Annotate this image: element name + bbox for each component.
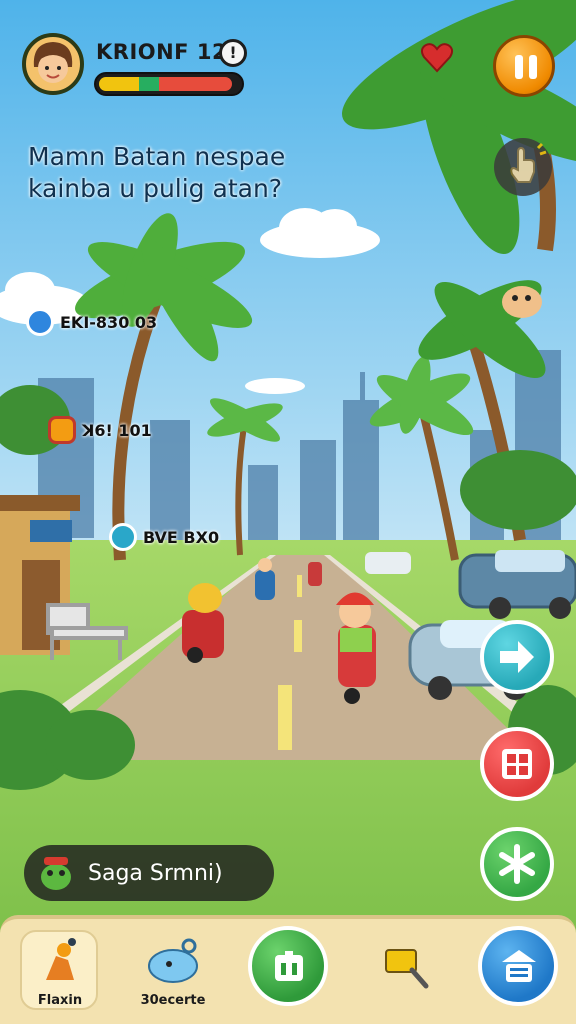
mission-chip-label: Saga Srmni) [88, 860, 223, 886]
mission-chip[interactable]: Saga Srmni) [24, 845, 274, 901]
player-avatar[interactable] [22, 33, 84, 95]
frog-icon [41, 857, 71, 890]
location-tag[interactable]: EKI-830 03 [26, 308, 157, 336]
location-tag-label: BVE BX0 [143, 527, 220, 547]
location-tag-label: ꓘ6! 101 [82, 420, 152, 440]
location-tag-label: EKI-830 03 [60, 312, 158, 332]
pause-icon [515, 55, 523, 79]
snowflake-icon [109, 523, 137, 551]
hand-icon [510, 142, 547, 183]
nav-label: 30ecerte [140, 993, 206, 1008]
shop-icon [502, 950, 536, 982]
heart-icon [420, 43, 454, 73]
avatar-face-icon [33, 42, 73, 83]
info-icon[interactable]: ! [219, 39, 247, 67]
question-line-2: kainba u pulig atan? [28, 174, 283, 203]
grid-icon [502, 749, 532, 779]
sparkle-icon [499, 844, 535, 884]
character-icon [46, 938, 76, 980]
game-screen: KRIONF 120 ! Mamn Batan nespae kainba u … [0, 0, 576, 1024]
distant-car [365, 552, 411, 574]
nav-item-creature[interactable]: 30ecerte [133, 930, 213, 1012]
tap-hint-button[interactable] [494, 138, 552, 196]
cloud [245, 378, 305, 394]
health-bar-fill [99, 77, 232, 91]
magnifier-icon [385, 949, 429, 989]
nav-label: Flaxin [37, 993, 83, 1008]
nav-item-character[interactable]: Flaxin [20, 930, 100, 1012]
robot-icon [48, 416, 76, 444]
next-button[interactable] [480, 620, 554, 694]
pause-button[interactable] [493, 35, 555, 97]
health-bar [94, 72, 244, 96]
nav-item-shop[interactable] [478, 926, 558, 1006]
arrow-right-icon [500, 641, 534, 673]
sparkle-button[interactable] [480, 827, 554, 901]
compass-icon [26, 308, 54, 336]
nav-item-map[interactable] [248, 926, 328, 1006]
critter [502, 286, 542, 318]
location-tag[interactable]: ꓘ6! 101 [48, 416, 152, 444]
blob-icon [148, 938, 198, 983]
grid-menu-button[interactable] [480, 727, 554, 801]
question-line-1: Mamn Batan nespae [28, 142, 286, 171]
question-text: Mamn Batan nespae kainba u pulig atan? [28, 141, 348, 205]
npc-rider [308, 562, 322, 586]
map-icon [275, 951, 303, 981]
location-tag[interactable]: BVE BX0 [109, 523, 219, 551]
nav-item-search[interactable] [368, 930, 448, 1012]
